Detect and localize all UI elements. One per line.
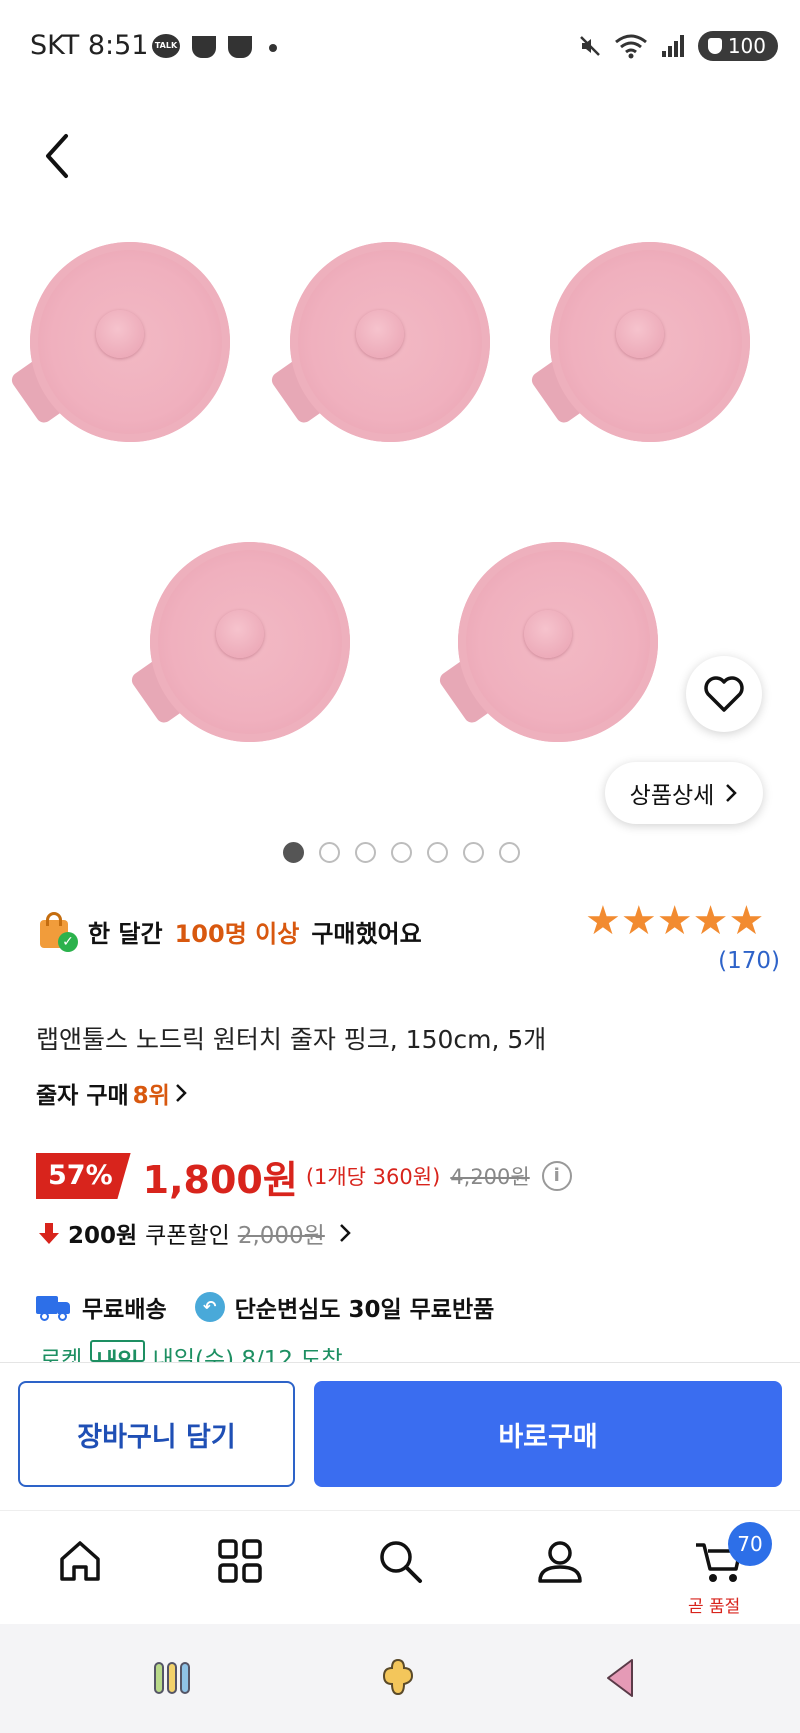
image-pagination[interactable] <box>283 842 520 863</box>
nav-home[interactable] <box>50 1531 110 1591</box>
rating-stars[interactable]: ★ ★ ★ ★ ★ <box>585 898 764 944</box>
back-button[interactable] <box>36 128 80 184</box>
pagination-dot[interactable] <box>283 842 304 863</box>
delivery-date: 내일(수) 8/12 도착 <box>152 1347 343 1362</box>
coupon-label: 쿠폰할인 <box>145 1223 230 1249</box>
recent-purchase-count: 100명 이상 <box>174 919 300 948</box>
nav-my-account[interactable] <box>530 1531 590 1591</box>
rank-label: 줄자 구매 <box>36 1083 129 1109</box>
product-detail-button[interactable]: 상품상세 <box>605 762 763 824</box>
star-icon: ★ <box>656 898 693 944</box>
bottom-navigation <box>0 1510 800 1624</box>
star-icon: ★ <box>585 898 621 944</box>
cart-count-badge: 70 <box>728 1522 772 1566</box>
coupon-amount: 200원 <box>68 1223 138 1249</box>
original-price: 4,200원 <box>450 1165 530 1189</box>
kakaotalk-icon: TALK <box>152 34 180 58</box>
shipping-info: 무료배송 ↶ 단순변심도 30일 무료반품 <box>36 1290 494 1324</box>
coffee-icon <box>228 36 252 58</box>
search-icon <box>380 1541 422 1583</box>
coupon-old-price: 2,000원 <box>237 1223 325 1249</box>
buy-now-button[interactable]: 바로구매 <box>314 1381 782 1487</box>
chevron-right-icon <box>726 784 738 802</box>
home-system-icon[interactable] <box>376 1656 420 1700</box>
wishlist-button[interactable] <box>686 656 762 732</box>
product-image-tape-measure <box>268 234 492 452</box>
pagination-dot[interactable] <box>319 842 340 863</box>
home-icon <box>60 1541 100 1581</box>
product-title: 랩앤툴스 노드릭 원터치 줄자 핑크, 150cm, 5개 <box>36 1025 547 1054</box>
recent-purchase-info: ✓ 한 달간 100명 이상 구매했어요 <box>38 912 422 952</box>
rank-value: 8위 <box>132 1083 170 1109</box>
status-icons: 100 <box>578 30 778 62</box>
pagination-dot[interactable] <box>355 842 376 863</box>
purchase-action-bar: 장바구니 담기 바로구매 <box>0 1362 800 1510</box>
product-image-gallery[interactable] <box>0 212 800 832</box>
chevron-left-icon <box>46 134 68 178</box>
info-icon[interactable]: i <box>541 1161 572 1191</box>
star-icon: ★ <box>620 898 657 944</box>
status-bar: SKT 8:51 TALK 100 <box>0 0 800 96</box>
product-image-tape-measure <box>436 534 660 752</box>
coupon-discount-link[interactable]: 200원 쿠폰할인 2,000원 <box>38 1216 353 1250</box>
back-system-icon[interactable] <box>602 1656 638 1700</box>
product-image-tape-measure <box>528 234 752 452</box>
recent-apps-icon[interactable] <box>152 1660 192 1696</box>
recent-purchase-suffix: 구매했어요 <box>311 919 422 948</box>
return-icon: ↶ <box>194 1292 225 1322</box>
category-rank-link[interactable]: 줄자 구매 8위 <box>36 1076 188 1110</box>
battery-indicator: 100 <box>697 31 778 61</box>
star-icon: ★ <box>692 898 729 944</box>
star-icon: ★ <box>728 898 764 944</box>
notification-dot-icon <box>269 44 277 52</box>
arrow-down-icon <box>39 1223 59 1244</box>
system-navigation-bar <box>0 1624 800 1733</box>
signal-icon <box>661 35 684 57</box>
truck-icon <box>36 1294 72 1321</box>
rocket-label: 로켓 <box>40 1347 83 1362</box>
price-row: 57% 1,800원 (1개당 360원) 4,200원 i <box>36 1150 572 1202</box>
coffee-icon <box>192 36 216 58</box>
unit-price: (1개당 360원) <box>305 1165 441 1189</box>
cart-soldout-note: 곧 품절 <box>688 1597 741 1617</box>
recent-purchase-prefix: 한 달간 <box>88 919 163 948</box>
pagination-dot[interactable] <box>427 842 448 863</box>
rocket-delivery-info: 로켓 내일 내일(수) 8/12 도착 <box>40 1340 343 1362</box>
review-count-link[interactable]: (170) <box>718 948 780 974</box>
carrier-time: SKT 8:51 <box>30 30 149 61</box>
pagination-dot[interactable] <box>499 842 520 863</box>
delivery-tag: 내일 <box>90 1340 145 1362</box>
grid-icon <box>218 1539 262 1583</box>
nav-search[interactable] <box>370 1531 430 1591</box>
chevron-right-icon <box>339 1224 351 1242</box>
product-image-tape-measure <box>128 534 352 752</box>
sale-price: 1,800원 <box>142 1157 298 1202</box>
discount-badge: 57% <box>36 1153 131 1199</box>
pagination-dot[interactable] <box>391 842 412 863</box>
free-return-label: 단순변심도 30일 무료반품 <box>234 1297 495 1323</box>
wifi-icon <box>614 34 647 59</box>
nav-categories[interactable] <box>210 1531 270 1591</box>
free-shipping-label: 무료배송 <box>82 1297 167 1323</box>
product-image-tape-measure <box>8 234 232 452</box>
heart-icon <box>704 676 744 712</box>
mute-icon <box>579 36 600 56</box>
pagination-dot[interactable] <box>463 842 484 863</box>
user-icon <box>538 1541 582 1583</box>
add-to-cart-button[interactable]: 장바구니 담기 <box>18 1381 295 1487</box>
chevron-right-icon <box>175 1084 187 1102</box>
product-detail-label: 상품상세 <box>629 783 715 809</box>
shopping-bag-icon: ✓ <box>38 912 78 952</box>
